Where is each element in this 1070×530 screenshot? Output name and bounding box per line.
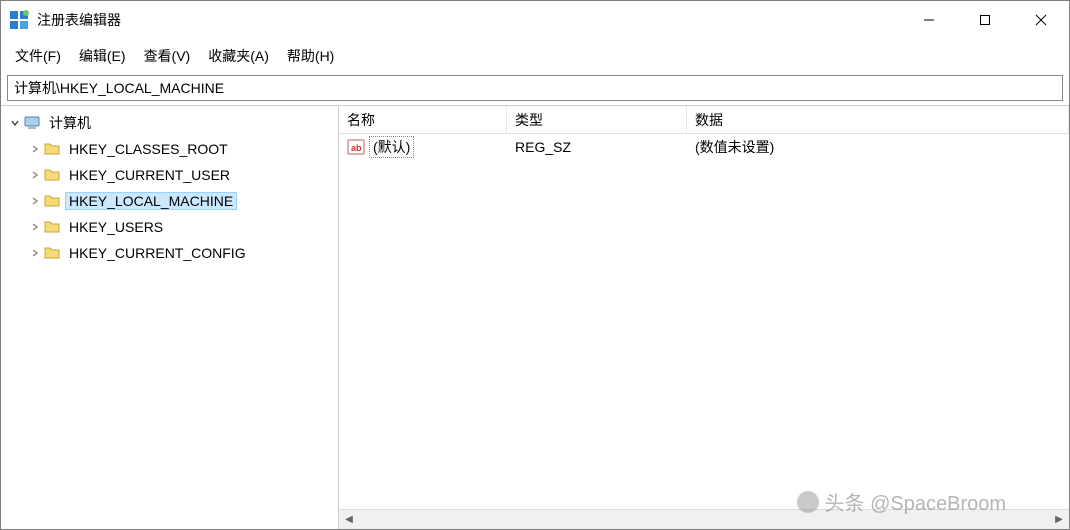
- value-name: (默认): [369, 136, 414, 158]
- tree-item-hku[interactable]: HKEY_USERS: [1, 214, 338, 240]
- chevron-right-icon[interactable]: [27, 196, 43, 206]
- tree-label: HKEY_CURRENT_USER: [65, 166, 234, 184]
- tree-pane: 计算机 HKEY_CLASSES_ROOT HKEY_CURRENT_USER …: [1, 106, 339, 529]
- menu-view[interactable]: 查看(V): [136, 43, 199, 69]
- folder-icon: [43, 192, 61, 210]
- chevron-right-icon[interactable]: [27, 248, 43, 258]
- window-controls: [901, 1, 1069, 39]
- scrollbar-track[interactable]: [359, 510, 1049, 530]
- column-header-name[interactable]: 名称: [339, 106, 507, 133]
- cell-type: REG_SZ: [507, 139, 687, 155]
- tree-root-label: 计算机: [45, 112, 95, 134]
- scroll-right-icon[interactable]: ▶: [1049, 510, 1069, 530]
- tree-root[interactable]: 计算机: [1, 110, 338, 136]
- chevron-right-icon[interactable]: [27, 222, 43, 232]
- tree-label: HKEY_USERS: [65, 218, 167, 236]
- cell-data: (数值未设置): [687, 137, 1069, 157]
- menu-help[interactable]: 帮助(H): [279, 43, 342, 69]
- computer-icon: [23, 114, 41, 132]
- horizontal-scrollbar[interactable]: ◀ ▶: [339, 509, 1069, 529]
- folder-icon: [43, 244, 61, 262]
- chevron-right-icon[interactable]: [27, 144, 43, 154]
- minimize-button[interactable]: [901, 1, 957, 39]
- tree-item-hkcc[interactable]: HKEY_CURRENT_CONFIG: [1, 240, 338, 266]
- app-icon: [9, 10, 29, 30]
- tree-label: HKEY_LOCAL_MACHINE: [65, 192, 237, 210]
- list-body: ab (默认) REG_SZ (数值未设置): [339, 134, 1069, 509]
- titlebar: 注册表编辑器: [1, 1, 1069, 39]
- tree-label: HKEY_CLASSES_ROOT: [65, 140, 232, 158]
- menu-edit[interactable]: 编辑(E): [71, 43, 134, 69]
- folder-icon: [43, 218, 61, 236]
- svg-text:ab: ab: [351, 143, 362, 153]
- registry-editor-window: 注册表编辑器 文件(F) 编辑(E) 查看(V) 收藏夹(A) 帮助(H) 计算…: [0, 0, 1070, 530]
- tree-label: HKEY_CURRENT_CONFIG: [65, 244, 250, 262]
- chevron-right-icon[interactable]: [27, 170, 43, 180]
- folder-icon: [43, 166, 61, 184]
- window-title: 注册表编辑器: [37, 10, 901, 30]
- address-bar[interactable]: 计算机\HKEY_LOCAL_MACHINE: [7, 75, 1063, 101]
- scroll-left-icon[interactable]: ◀: [339, 510, 359, 530]
- folder-icon: [43, 140, 61, 158]
- column-header-data[interactable]: 数据: [687, 106, 1069, 133]
- list-header: 名称 类型 数据: [339, 106, 1069, 134]
- list-row[interactable]: ab (默认) REG_SZ (数值未设置): [339, 134, 1069, 160]
- list-pane: 名称 类型 数据 ab (默认) REG_SZ (数值未设置) ◀: [339, 106, 1069, 529]
- cell-name: ab (默认): [339, 136, 507, 158]
- menubar: 文件(F) 编辑(E) 查看(V) 收藏夹(A) 帮助(H): [1, 39, 1069, 73]
- maximize-button[interactable]: [957, 1, 1013, 39]
- content-area: 计算机 HKEY_CLASSES_ROOT HKEY_CURRENT_USER …: [1, 105, 1069, 529]
- tree-item-hkcu[interactable]: HKEY_CURRENT_USER: [1, 162, 338, 188]
- chevron-down-icon[interactable]: [7, 118, 23, 128]
- tree-item-hklm[interactable]: HKEY_LOCAL_MACHINE: [1, 188, 338, 214]
- menu-favorites[interactable]: 收藏夹(A): [200, 43, 277, 69]
- column-header-type[interactable]: 类型: [507, 106, 687, 133]
- menu-file[interactable]: 文件(F): [7, 43, 69, 69]
- tree-item-hkcr[interactable]: HKEY_CLASSES_ROOT: [1, 136, 338, 162]
- reg-sz-icon: ab: [347, 138, 365, 156]
- close-button[interactable]: [1013, 1, 1069, 39]
